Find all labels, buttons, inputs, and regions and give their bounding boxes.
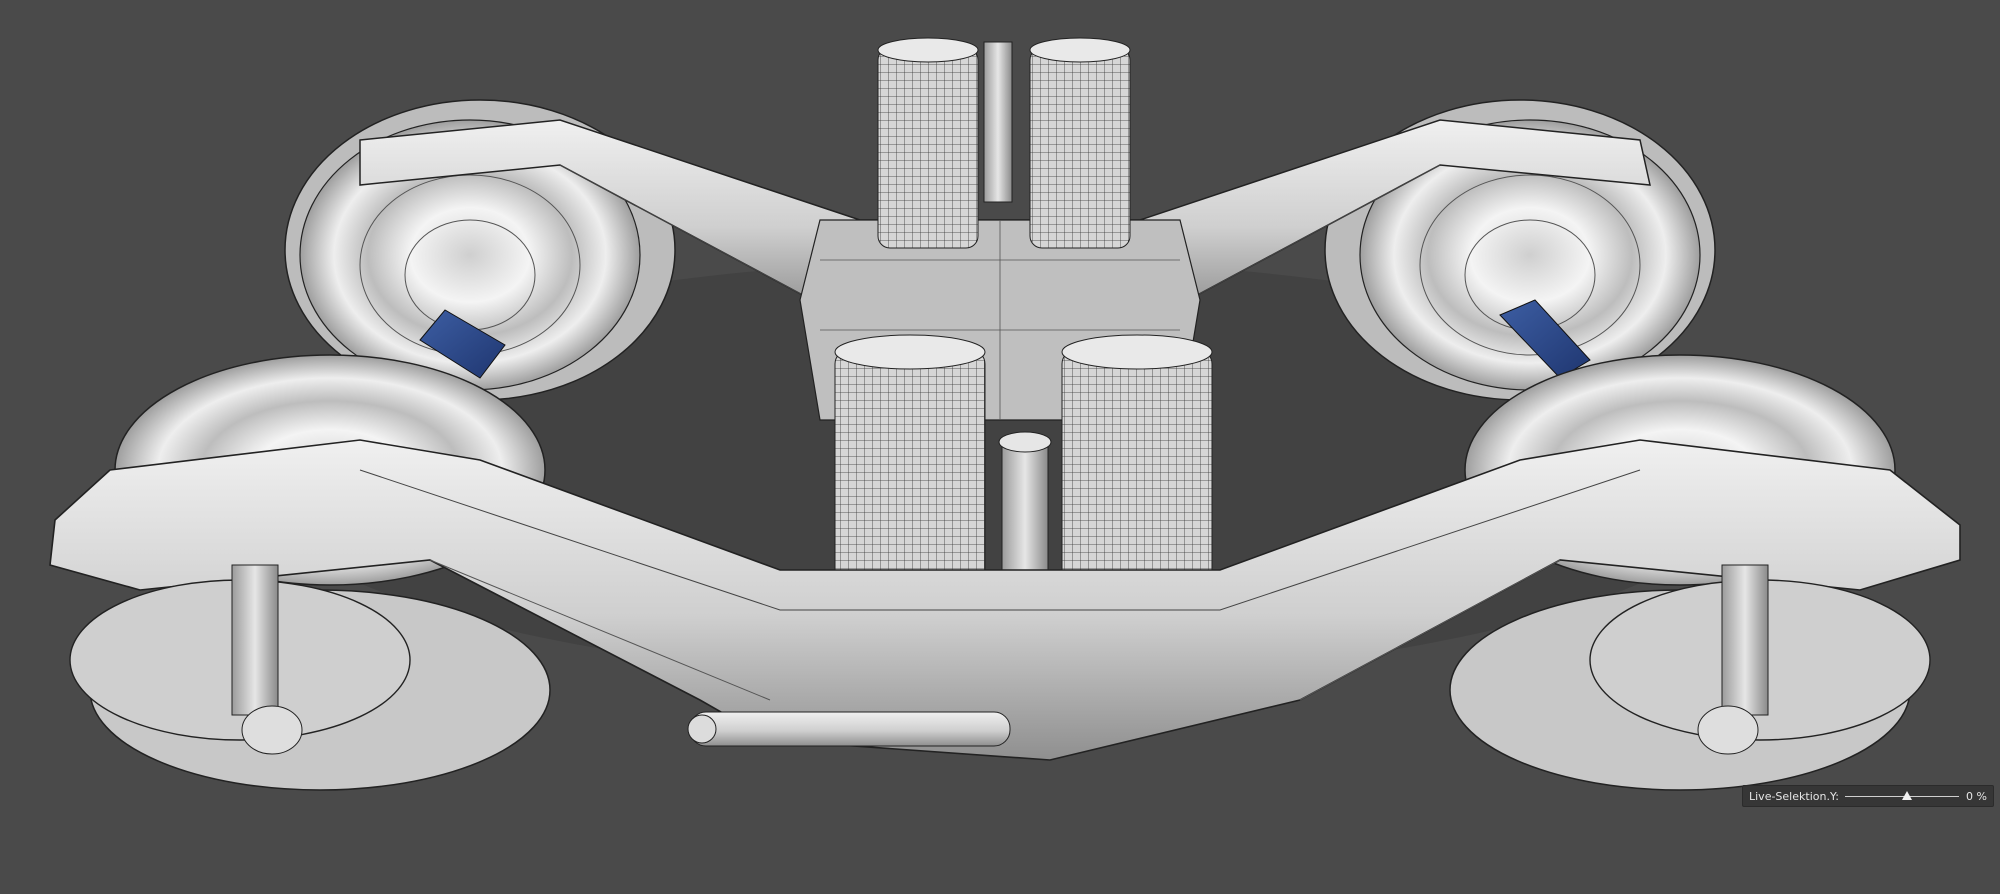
bogie-3d-model[interactable]	[0, 0, 2000, 894]
slider-thumb-icon[interactable]	[1901, 791, 1912, 800]
back-spring-left	[877, 37, 979, 249]
back-damper	[983, 41, 1013, 203]
live-selection-slider[interactable]	[1844, 790, 1959, 802]
traction-rod	[687, 711, 1011, 747]
back-spring-right	[1029, 37, 1131, 249]
live-selection-value: 0 %	[1966, 789, 1987, 803]
live-selection-panel: Live-Selektion.Y: 0 %	[1742, 785, 1994, 807]
live-selection-label: Live-Selektion.Y:	[1749, 789, 1839, 803]
3d-viewport[interactable]: Live-Selektion.Y: 0 %	[0, 0, 2000, 894]
